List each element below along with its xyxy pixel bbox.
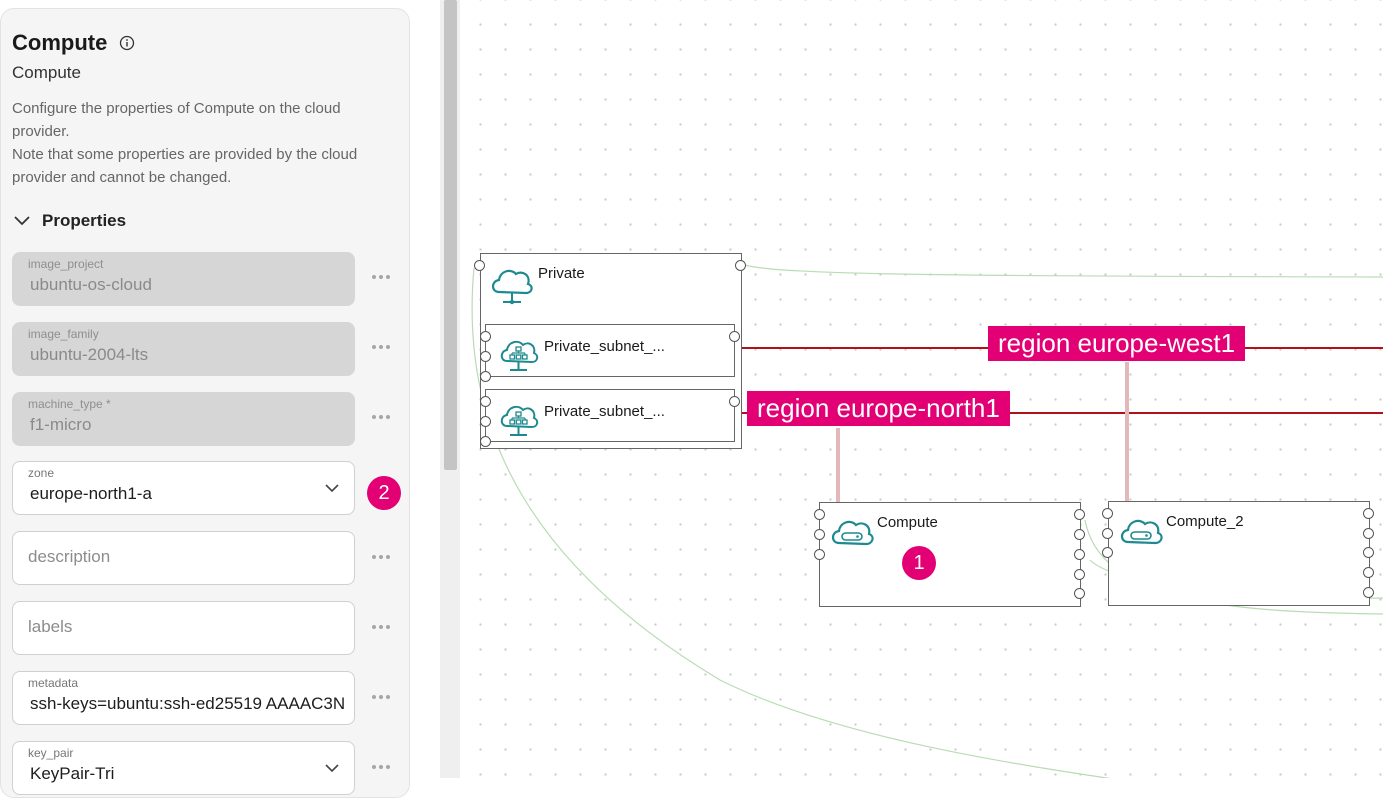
- connection-port[interactable]: [1363, 508, 1374, 519]
- description-line: provider and cannot be changed.: [12, 169, 232, 186]
- info-icon[interactable]: [119, 35, 135, 51]
- connection-port[interactable]: [735, 260, 746, 271]
- panel-subtitle: Compute: [12, 63, 81, 82]
- panel-description: Configure the properties of Compute on t…: [12, 97, 392, 189]
- image-project-field: image_project ubuntu-os-cloud: [12, 252, 355, 306]
- image-family-field: image_family ubuntu-2004-lts: [12, 322, 355, 376]
- diagram-canvas[interactable]: Private Private_subnet_... Private_subne…: [460, 0, 1383, 778]
- field-value: europe-north1-a: [30, 484, 152, 503]
- node-title: Private_subnet_...: [544, 403, 665, 420]
- field-label: zone: [28, 466, 55, 480]
- scrollbar-thumb[interactable]: [444, 0, 457, 470]
- cloud-subnet-icon: [500, 340, 539, 371]
- cloud-compute-icon: [831, 520, 874, 546]
- field-value: f1-micro: [30, 415, 92, 434]
- connection-port[interactable]: [1363, 587, 1374, 598]
- cloud-compute-icon: [1120, 519, 1163, 545]
- connection-port[interactable]: [1074, 569, 1085, 580]
- node-title: Private_subnet_...: [544, 338, 665, 355]
- connection-port[interactable]: [1074, 549, 1085, 560]
- more-options-icon[interactable]: [372, 415, 390, 421]
- step-badge: 1: [902, 546, 936, 580]
- field-label: image_family: [28, 327, 99, 341]
- connection-port[interactable]: [1074, 588, 1085, 599]
- panel-title: Compute: [12, 30, 108, 55]
- field-placeholder: description: [28, 547, 111, 566]
- field-label: key_pair: [28, 746, 74, 760]
- metadata-field[interactable]: metadata ssh-keys=ubuntu:ssh-ed25519 AAA…: [12, 671, 355, 725]
- field-label: image_project: [28, 257, 104, 271]
- field-value: ubuntu-os-cloud: [30, 275, 152, 294]
- connection-port[interactable]: [814, 509, 825, 520]
- properties-section-toggle[interactable]: Properties: [12, 211, 126, 231]
- more-options-icon[interactable]: [372, 695, 390, 701]
- node-title: Compute_2: [1166, 513, 1244, 530]
- node-title: Compute: [877, 514, 938, 531]
- machine-type-field: machine_type * f1-micro: [12, 392, 355, 446]
- chevron-down-icon: [325, 764, 339, 773]
- connection-port[interactable]: [814, 529, 825, 540]
- connection-port[interactable]: [814, 549, 825, 560]
- more-options-icon[interactable]: [372, 345, 390, 351]
- node-title: Private: [538, 265, 585, 282]
- more-options-icon[interactable]: [372, 765, 390, 771]
- key-pair-select[interactable]: key_pair KeyPair-Tri: [12, 741, 355, 795]
- field-value: ssh-keys=ubuntu:ssh-ed25519 AAAAC3N: [30, 694, 346, 713]
- description-line: Configure the properties of Compute on t…: [12, 100, 341, 117]
- compute-node[interactable]: Compute: [819, 502, 1081, 607]
- connection-port[interactable]: [1102, 528, 1113, 539]
- field-label: machine_type *: [28, 397, 111, 411]
- connection-port[interactable]: [1363, 528, 1374, 539]
- region-label[interactable]: region europe-west1: [988, 326, 1246, 361]
- description-line: Note that some properties are provided b…: [12, 146, 358, 163]
- field-placeholder: labels: [28, 617, 73, 636]
- step-badge: 2: [367, 476, 401, 510]
- connection-port[interactable]: [1102, 547, 1113, 558]
- section-label: Properties: [42, 211, 127, 230]
- connection-port[interactable]: [1074, 509, 1085, 520]
- connection-port[interactable]: [1074, 529, 1085, 540]
- subnet-node[interactable]: Private_subnet_...: [485, 324, 735, 377]
- compute-node[interactable]: Compute_2: [1108, 501, 1370, 606]
- connection-port[interactable]: [480, 416, 491, 427]
- more-options-icon[interactable]: [372, 275, 390, 281]
- more-options-icon[interactable]: [372, 625, 390, 631]
- field-value: ubuntu-2004-lts: [30, 345, 149, 364]
- field-value: KeyPair-Tri: [30, 764, 115, 783]
- description-field[interactable]: description: [12, 531, 355, 585]
- connection-port[interactable]: [1102, 508, 1113, 519]
- field-label: metadata: [28, 676, 79, 690]
- subnet-node[interactable]: Private_subnet_...: [485, 389, 735, 442]
- chevron-down-icon: [325, 484, 339, 493]
- connection-port[interactable]: [480, 396, 491, 407]
- connection-port[interactable]: [480, 351, 491, 362]
- more-options-icon[interactable]: [372, 555, 390, 561]
- cloud-subnet-icon: [500, 405, 539, 436]
- connection-port[interactable]: [480, 371, 491, 382]
- connection-port[interactable]: [474, 260, 485, 271]
- description-line: provider.: [12, 123, 70, 140]
- panel-header: Compute: [12, 30, 135, 56]
- connection-port[interactable]: [480, 331, 491, 342]
- connection-port[interactable]: [729, 331, 740, 342]
- region-label[interactable]: region europe-north1: [747, 391, 1010, 426]
- connection-port[interactable]: [729, 396, 740, 407]
- chevron-down-icon: [14, 216, 30, 226]
- connection-port[interactable]: [1363, 547, 1374, 558]
- cloud-network-icon: [491, 269, 533, 305]
- connection-port[interactable]: [480, 436, 491, 447]
- connection-port[interactable]: [1363, 567, 1374, 578]
- labels-field[interactable]: labels: [12, 601, 355, 655]
- zone-select[interactable]: zone europe-north1-a: [12, 461, 355, 515]
